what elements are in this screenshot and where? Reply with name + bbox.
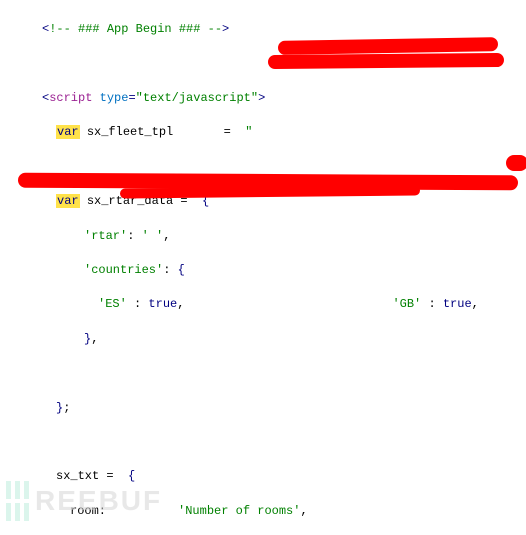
txt-room-v: 'Number of rooms': [178, 504, 300, 518]
comment-app-begin: !-- ### App Begin ### --: [49, 22, 222, 36]
script-open-tag: script: [49, 91, 92, 105]
var-fleet-tpl: sx_fleet_tpl: [87, 125, 173, 139]
var-keyword-2: var: [56, 194, 80, 208]
code-block: <!-- ### App Begin ### --> <script type=…: [0, 0, 526, 535]
redaction-stroke: [506, 155, 526, 171]
es-true: true: [148, 297, 177, 311]
script-attr-name: type: [100, 91, 129, 105]
var-keyword: var: [56, 125, 80, 139]
rtar-val: ' ': [142, 229, 164, 243]
watermark-text: REEBUF: [35, 492, 162, 509]
watermark-logo-icon: [6, 481, 29, 521]
gb-key: 'GB': [392, 297, 421, 311]
es-key: 'ES': [98, 297, 127, 311]
watermark: REEBUF: [6, 481, 162, 521]
gb-true: true: [443, 297, 472, 311]
countries-key: 'countries': [84, 263, 163, 277]
rtar-key: 'rtar': [84, 229, 127, 243]
script-attr-val: "text/javascript": [136, 91, 258, 105]
redaction-stroke: [268, 53, 504, 69]
